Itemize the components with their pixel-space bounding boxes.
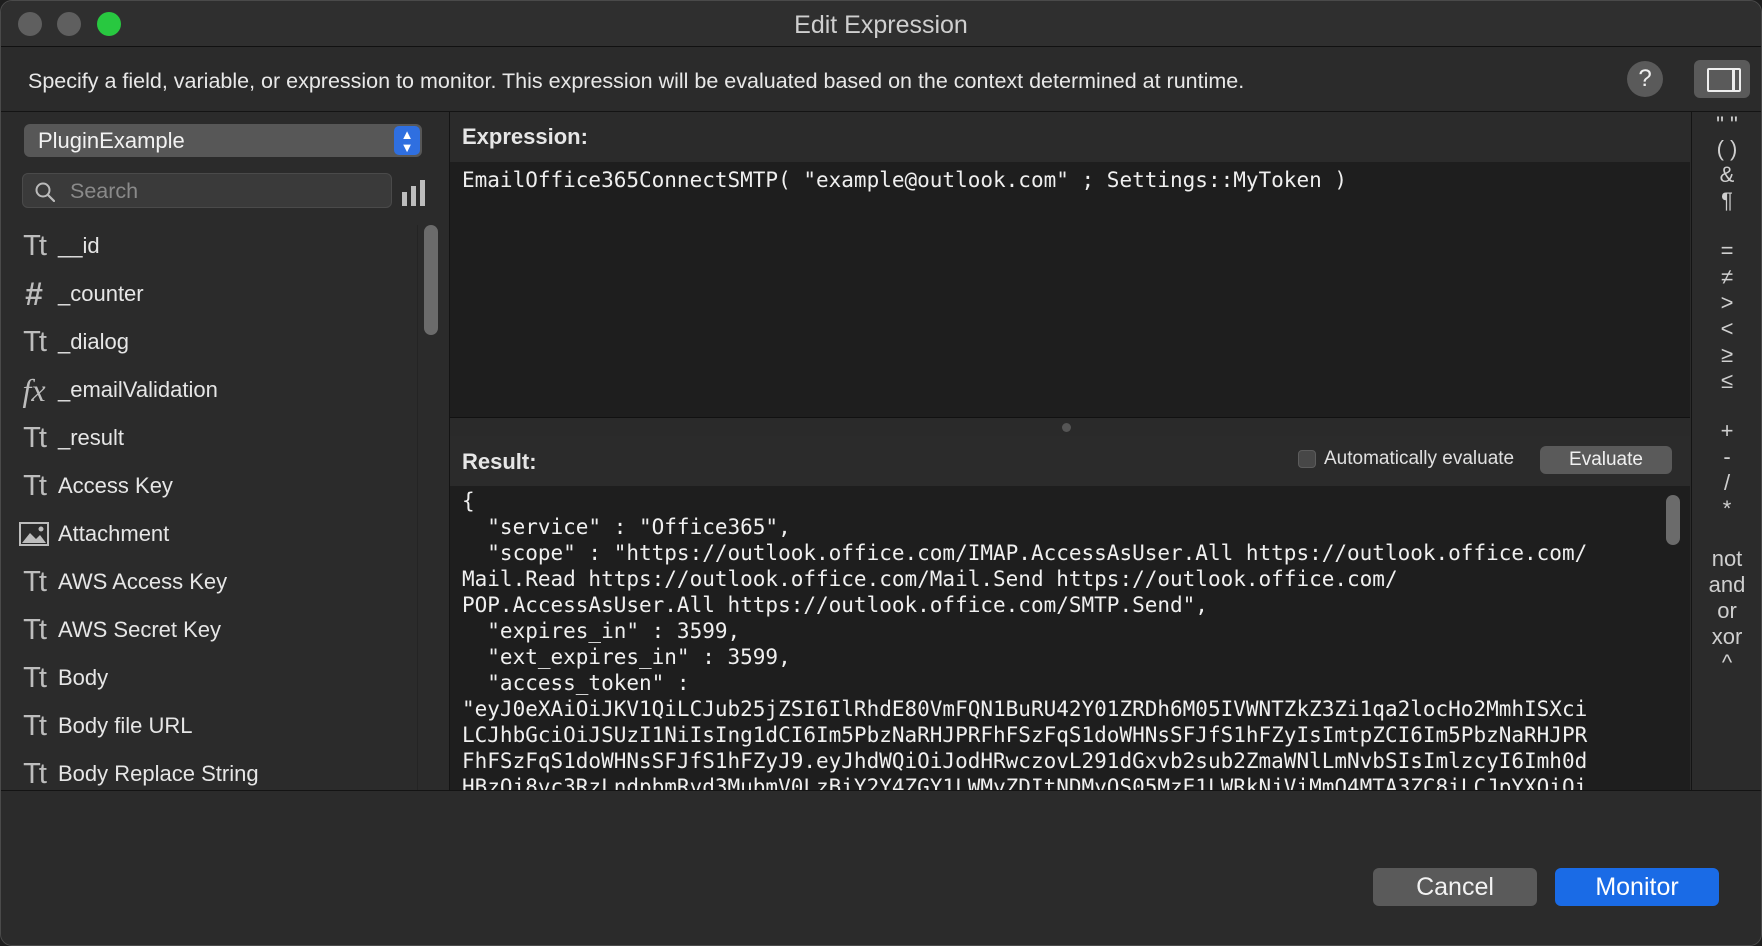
monitor-button[interactable]: Monitor bbox=[1555, 868, 1719, 906]
field-item[interactable]: fx _emailValidation bbox=[1, 369, 416, 417]
cancel-button[interactable]: Cancel bbox=[1373, 868, 1537, 906]
expression-label: Expression: bbox=[462, 124, 588, 149]
text-field-icon: Tt bbox=[23, 566, 47, 598]
result-output: { "service" : "Office365", "scope" : "ht… bbox=[450, 486, 1659, 790]
sidebar-toggle-icon bbox=[1707, 68, 1741, 92]
field-item[interactable]: Tt Access Key bbox=[1, 465, 416, 513]
field-label: _dialog bbox=[58, 329, 129, 354]
field-label: _emailValidation bbox=[58, 377, 218, 402]
operator-palette: " " ( ) & ¶ = ≠ > < ≥ ≤ + - / * not and … bbox=[1691, 112, 1761, 790]
result-scroll-thumb[interactable] bbox=[1666, 495, 1680, 545]
text-field-icon: Tt bbox=[23, 614, 47, 646]
field-item[interactable]: Tt Body file URL bbox=[1, 705, 416, 753]
field-item[interactable]: # _counter bbox=[1, 273, 416, 321]
sort-bars-icon[interactable] bbox=[402, 180, 428, 208]
field-label: Body Replace String bbox=[58, 761, 259, 786]
expression-header: Expression: bbox=[450, 112, 1690, 162]
result-label: Result: bbox=[462, 449, 537, 474]
field-item[interactable]: Tt Body Replace String bbox=[1, 753, 416, 790]
container-field-icon bbox=[17, 517, 51, 551]
result-text: { "service" : "Office365", "scope" : "ht… bbox=[462, 489, 1588, 790]
expression-editor[interactable]: EmailOffice365ConnectSMTP( "example@outl… bbox=[450, 162, 1690, 417]
operator-pilcrow[interactable]: ¶ bbox=[1692, 186, 1761, 216]
text-field-icon: Tt bbox=[23, 470, 47, 502]
text-field-icon: Tt bbox=[23, 230, 47, 262]
operator-less-equal[interactable]: ≤ bbox=[1692, 366, 1761, 396]
field-item[interactable]: Tt AWS Access Key bbox=[1, 561, 416, 609]
text-field-icon: Tt bbox=[23, 710, 47, 742]
dialog-footer: Cancel Monitor bbox=[1, 790, 1761, 945]
field-item[interactable]: Tt Body bbox=[1, 657, 416, 705]
description-bar: Specify a field, variable, or expression… bbox=[1, 47, 1761, 112]
pane-splitter[interactable] bbox=[450, 417, 1690, 437]
expression-text: EmailOffice365ConnectSMTP( "example@outl… bbox=[462, 168, 1348, 192]
window-title: Edit Expression bbox=[794, 11, 968, 39]
table-selector[interactable]: PluginExample ▲ ▼ bbox=[24, 124, 422, 157]
field-label: Attachment bbox=[58, 521, 170, 546]
field-item[interactable]: Tt __id bbox=[1, 225, 416, 273]
field-label: Body file URL bbox=[58, 713, 193, 738]
field-item[interactable]: Tt _result bbox=[1, 417, 416, 465]
help-icon: ? bbox=[1638, 65, 1652, 92]
text-field-icon: Tt bbox=[23, 662, 47, 694]
field-label: _result bbox=[58, 425, 125, 450]
field-list: Tt __id # _counter Tt _dialog fx _emailV… bbox=[1, 225, 416, 790]
title-bar: Edit Expression bbox=[1, 1, 1761, 47]
text-field-icon: Tt bbox=[23, 422, 47, 454]
field-item[interactable]: Attachment bbox=[1, 513, 416, 561]
search-icon bbox=[35, 182, 55, 202]
description-text: Specify a field, variable, or expression… bbox=[28, 69, 1245, 93]
help-button[interactable]: ? bbox=[1627, 61, 1663, 97]
field-sidebar: PluginExample ▲▼ Tt __id # _counter bbox=[1, 112, 450, 790]
field-label: AWS Access Key bbox=[58, 569, 228, 594]
field-label: AWS Secret Key bbox=[58, 617, 222, 642]
toggle-sidebar-button[interactable] bbox=[1694, 60, 1750, 98]
search-box bbox=[22, 173, 392, 208]
chevron-updown-icon: ▲ ▼ bbox=[394, 126, 420, 155]
edit-expression-dialog: Edit Expression Specify a field, variabl… bbox=[0, 0, 1762, 946]
field-list-scroll-thumb[interactable] bbox=[424, 225, 438, 335]
field-item[interactable]: Tt AWS Secret Key bbox=[1, 609, 416, 657]
number-field-icon: # bbox=[25, 276, 43, 312]
auto-evaluate-label: Automatically evaluate bbox=[1324, 448, 1515, 469]
field-label: _counter bbox=[58, 281, 144, 306]
field-label: Body bbox=[58, 665, 109, 690]
table-selector-value: PluginExample bbox=[38, 128, 185, 153]
field-item[interactable]: Tt _dialog bbox=[1, 321, 416, 369]
result-header: Result: Automatically evaluate Evaluate bbox=[450, 436, 1690, 486]
auto-evaluate-checkbox[interactable] bbox=[1298, 450, 1316, 468]
text-field-icon: Tt bbox=[23, 326, 47, 358]
splitter-handle-icon bbox=[1062, 423, 1071, 432]
operator-power[interactable]: ^ bbox=[1692, 648, 1761, 678]
calculation-field-icon: fx bbox=[22, 372, 46, 408]
search-input[interactable] bbox=[68, 178, 382, 204]
operator-multiply[interactable]: * bbox=[1692, 494, 1761, 524]
field-label: Access Key bbox=[58, 473, 173, 498]
evaluate-button[interactable]: Evaluate bbox=[1540, 446, 1672, 474]
field-label: __id bbox=[58, 233, 100, 258]
text-field-icon: Tt bbox=[23, 758, 47, 790]
